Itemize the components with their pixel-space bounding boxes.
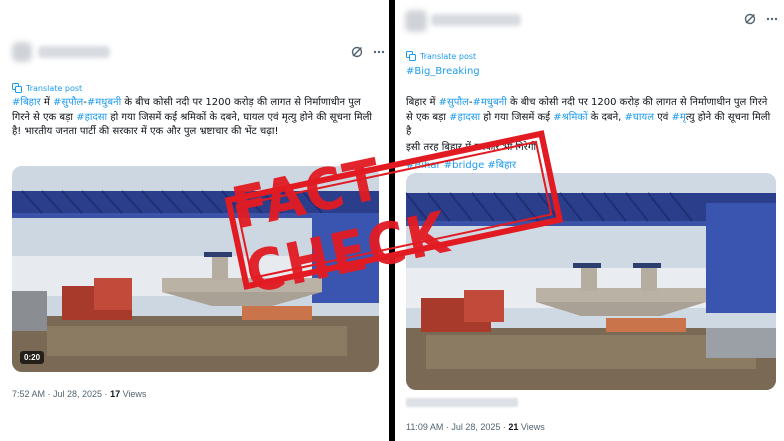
right-text-segment: बिहार में xyxy=(406,97,439,108)
left-translate-post-link[interactable]: Translate post xyxy=(12,83,82,93)
translate-icon xyxy=(406,51,416,61)
right-translate-post-link[interactable]: Translate post xyxy=(406,51,476,61)
right-text-segment: के दबने, xyxy=(587,111,625,123)
left-translate-label: Translate post xyxy=(26,83,83,93)
left-post-meta: 7:52 AM · Jul 28, 2025 · 17 Views xyxy=(12,389,146,399)
grok-icon[interactable] xyxy=(743,12,757,26)
right-hashtag[interactable]: #मधुबनी xyxy=(472,97,506,108)
left-views-label: Views xyxy=(120,389,147,399)
right-translate-label: Translate post xyxy=(420,51,477,61)
left-hashtag[interactable]: #हादसा xyxy=(76,112,107,123)
more-icon[interactable] xyxy=(372,45,386,59)
right-hashtag[interactable]: #घायल xyxy=(625,112,654,123)
left-hashtag[interactable]: #सुपौल xyxy=(53,97,83,108)
left-hashtag[interactable]: #मधुबनी xyxy=(87,97,121,108)
right-hashtag[interactable]: #मृ xyxy=(671,112,685,123)
right-timestamp[interactable]: 11:09 AM · Jul 28, 2025 · xyxy=(406,422,508,432)
left-avatar-blurred xyxy=(12,42,32,62)
right-views-count: 21 xyxy=(508,422,519,432)
more-icon[interactable] xyxy=(765,12,779,26)
right-blurred-line xyxy=(406,398,518,407)
left-post-text: #बिहार में #सुपौल-#मधुबनी के बीच कोसी नद… xyxy=(12,96,380,140)
translate-icon xyxy=(12,83,22,93)
right-post-actions xyxy=(743,12,779,26)
right-username-blurred xyxy=(431,14,521,26)
right-hashtag-line[interactable]: #Big_Breaking xyxy=(406,66,480,77)
right-avatar-blurred xyxy=(405,10,427,32)
left-timestamp[interactable]: 7:52 AM · Jul 28, 2025 · xyxy=(12,389,110,399)
right-hashtag[interactable]: #सुपौल xyxy=(439,97,469,108)
right-hashtag[interactable]: #श्रमिकों xyxy=(553,112,587,123)
right-views-label: Views xyxy=(518,422,545,432)
right-hashtag[interactable]: #हादसा xyxy=(449,112,480,123)
left-views-count: 17 xyxy=(110,389,121,399)
right-post-meta: 11:09 AM · Jul 28, 2025 · 21 Views xyxy=(406,422,545,432)
left-post-actions xyxy=(350,45,386,59)
left-username-blurred xyxy=(38,46,110,58)
right-text-segment: एवं xyxy=(654,111,672,123)
left-text-segment: में xyxy=(40,97,54,108)
left-video-duration: 0:20 xyxy=(20,351,45,364)
grok-icon[interactable] xyxy=(350,45,364,59)
left-hashtag[interactable]: #बिहार xyxy=(12,97,41,108)
